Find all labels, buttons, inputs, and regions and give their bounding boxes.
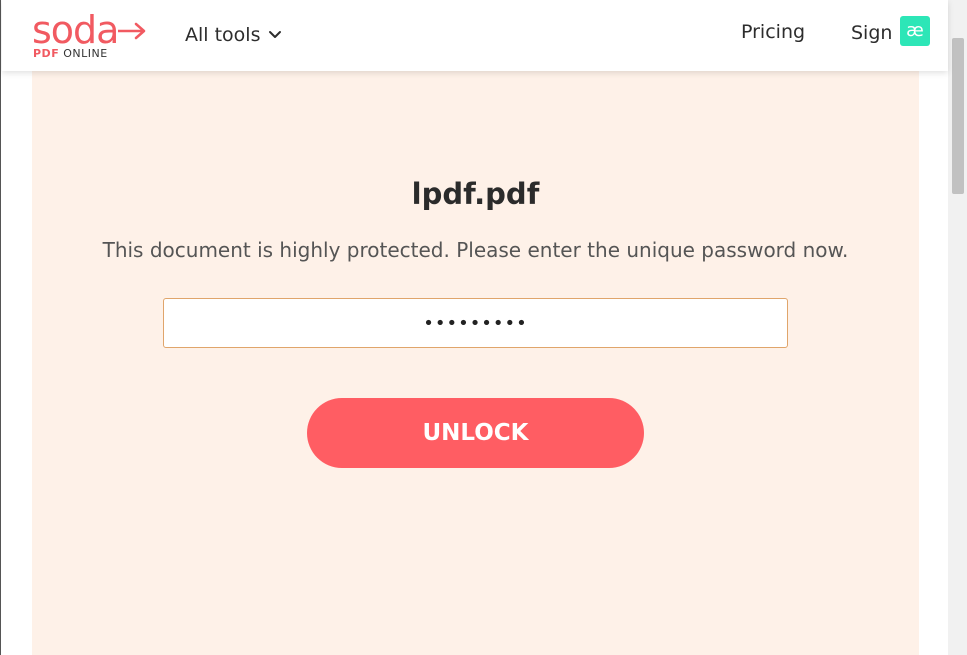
unlock-panel: lpdf.pdf This document is highly protect… [32,71,919,655]
file-name-heading: lpdf.pdf [411,177,540,211]
top-navbar: soda PDF ONLINE All tools Pricing Sign in… [2,0,948,71]
page: soda PDF ONLINE All tools Pricing Sign in… [0,0,967,655]
extension-badge-icon[interactable]: æ [900,16,930,46]
arrow-right-icon [118,22,146,40]
vertical-scrollbar[interactable] [948,0,967,655]
all-tools-menu[interactable]: All tools [185,21,282,49]
scrollbar-thumb[interactable] [952,38,964,194]
soda-pdf-logo[interactable]: soda PDF ONLINE [32,8,152,64]
logo-sub-text: ONLINE [63,47,108,60]
logo-sub-brand: PDF [33,47,60,60]
unlock-button[interactable]: UNLOCK [307,398,644,468]
pricing-link[interactable]: Pricing [741,21,805,43]
password-prompt-message: This document is highly protected. Pleas… [102,238,849,262]
password-input[interactable] [163,298,788,348]
all-tools-label: All tools [185,24,261,46]
logo-wordmark: soda [32,8,119,52]
chevron-down-icon [269,31,282,38]
logo-subtitle: PDF ONLINE [33,47,108,60]
